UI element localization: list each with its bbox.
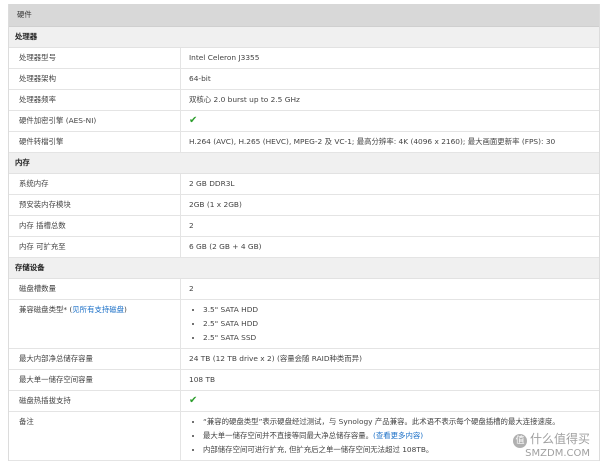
table-row: 处理器架构 64-bit <box>9 69 599 90</box>
table-row: 最大内部净总储存容量 24 TB (12 TB drive x 2) (容量会随… <box>9 349 599 370</box>
row-value: 双核心 2.0 burst up to 2.5 GHz <box>189 95 300 104</box>
row-label: 系统内存 <box>9 174 181 194</box>
row-label: 最大内部净总储存容量 <box>9 349 181 369</box>
table-row: 内存 可扩充至 6 GB (2 GB + 4 GB) <box>9 237 599 258</box>
row-label: 磁盘热插拔支持 <box>9 391 181 411</box>
disk-type-list: 3.5" SATA HDD 2.5" SATA HDD 2.5" SATA SS… <box>189 303 599 345</box>
check-icon: ✔ <box>189 395 198 406</box>
row-label: 硬件转檔引擎 <box>9 132 181 152</box>
row-label: 处理器型号 <box>9 48 181 68</box>
table-row: 硬件加密引擎 (AES-NI) ✔ <box>9 111 599 132</box>
spec-table: 硬件 处理器 处理器型号 Intel Celeron J3355 处理器架构 6… <box>8 4 600 461</box>
row-value: 108 TB <box>189 375 216 384</box>
list-item: 2.5" SATA SSD <box>203 331 599 345</box>
smzdm-logo-icon: 值 <box>512 434 527 448</box>
table-row: 内存 插槽总数 2 <box>9 216 599 237</box>
hardware-title: 硬件 <box>9 4 599 27</box>
table-row: 磁盘热插拔支持 ✔ <box>9 391 599 412</box>
row-label: 内存 插槽总数 <box>9 216 181 236</box>
table-row: 处理器型号 Intel Celeron J3355 <box>9 48 599 69</box>
compat-label-suffix: ) <box>124 305 127 314</box>
watermark: 值什么值得买 SMZDM.COM <box>512 430 590 459</box>
check-icon: ✔ <box>189 115 198 126</box>
list-item: 2.5" SATA HDD <box>203 317 599 331</box>
row-value: ✔ <box>181 111 599 131</box>
section-storage-header: 存储设备 <box>9 258 599 279</box>
table-row: 备注 “兼容的硬盘类型”表示硬盘经过测试，与 Synology 产品兼容。此术语… <box>9 412 599 461</box>
row-label: 内存 可扩充至 <box>9 237 181 257</box>
table-row: 预安装内存模块 2GB (1 x 2GB) <box>9 195 599 216</box>
table-row: 处理器频率 双核心 2.0 burst up to 2.5 GHz <box>9 90 599 111</box>
read-more-link[interactable]: (查看更多内容) <box>373 431 423 440</box>
row-label: 处理器频率 <box>9 90 181 110</box>
row-value: 64-bit <box>189 74 211 83</box>
table-row: 系统内存 2 GB DDR3L <box>9 174 599 195</box>
row-value: 2 GB DDR3L <box>189 179 235 188</box>
row-value: 3.5" SATA HDD 2.5" SATA HDD 2.5" SATA SS… <box>181 300 599 348</box>
row-label: 硬件加密引擎 (AES-NI) <box>9 111 181 131</box>
row-value: ✔ <box>181 391 599 411</box>
supported-disks-link[interactable]: 见所有支持磁盘 <box>72 305 124 314</box>
row-value: 2 <box>189 221 194 230</box>
watermark-cn: 什么值得买 <box>529 432 590 446</box>
row-label: 处理器架构 <box>9 69 181 89</box>
list-item: “兼容的硬盘类型”表示硬盘经过测试，与 Synology 产品兼容。此术语不表示… <box>203 415 599 429</box>
table-row: 硬件转檔引擎 H.264 (AVC), H.265 (HEVC), MPEG-2… <box>9 132 599 153</box>
row-value: 2GB (1 x 2GB) <box>189 200 242 209</box>
section-memory-header: 内存 <box>9 153 599 174</box>
row-value: 24 TB (12 TB drive x 2) (容量会随 RAID种类而异) <box>189 354 362 363</box>
table-row: 磁盘槽数量 2 <box>9 279 599 300</box>
note-text: 最大单一储存空间并不直接等同最大净总储存容量。 <box>203 431 373 440</box>
row-value: H.264 (AVC), H.265 (HEVC), MPEG-2 及 VC-1… <box>189 137 556 146</box>
row-value: 6 GB (2 GB + 4 GB) <box>189 242 262 251</box>
row-value: Intel Celeron J3355 <box>189 53 260 62</box>
section-cpu-header: 处理器 <box>9 27 599 48</box>
row-label: 最大单一储存空间容量 <box>9 370 181 390</box>
row-value: 2 <box>189 284 194 293</box>
watermark-en: SMZDM.COM <box>525 448 590 459</box>
list-item: 3.5" SATA HDD <box>203 303 599 317</box>
row-label: 预安装内存模块 <box>9 195 181 215</box>
row-label: 兼容磁盘类型* (见所有支持磁盘) <box>9 300 181 348</box>
compat-label-prefix: 兼容磁盘类型* ( <box>19 305 73 314</box>
row-label: 磁盘槽数量 <box>9 279 181 299</box>
row-label: 备注 <box>9 412 181 460</box>
table-row: 兼容磁盘类型* (见所有支持磁盘) 3.5" SATA HDD 2.5" SAT… <box>9 300 599 349</box>
table-row: 最大单一储存空间容量 108 TB <box>9 370 599 391</box>
